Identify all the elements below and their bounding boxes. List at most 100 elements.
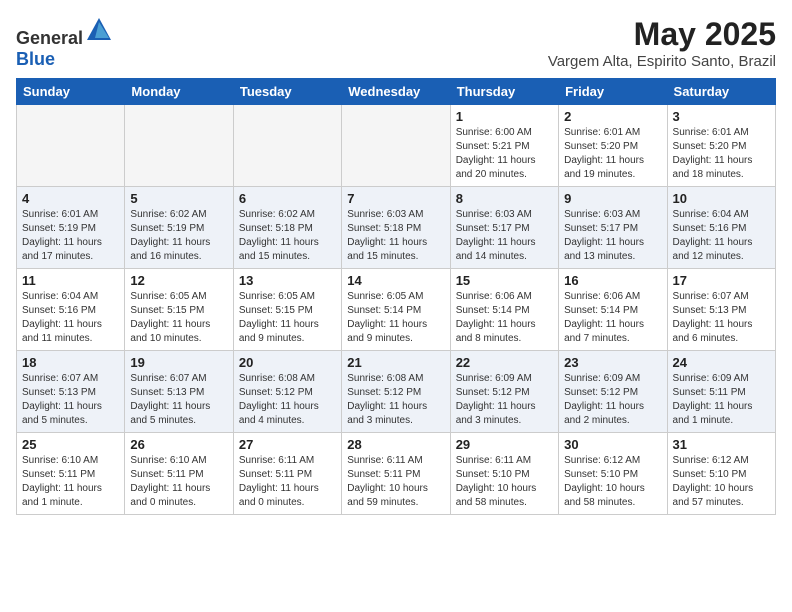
weekday-header: Saturday [667, 79, 775, 105]
calendar-cell: 8 Sunrise: 6:03 AM Sunset: 5:17 PM Daylig… [450, 187, 558, 269]
calendar-cell: 18Sunrise: 6:07 AM Sunset: 5:13 PM Dayli… [17, 351, 125, 433]
day-info: Sunrise: 6:09 AM Sunset: 5:12 PM Dayligh… [456, 372, 553, 428]
day-info: Sunrise: 6:08 AM Sunset: 5:12 PM Dayligh… [347, 372, 444, 428]
day-info: Sunrise: 6:02 AM Sunset: 5:18 PM Dayligh… [239, 208, 336, 264]
calendar-cell: 17Sunrise: 6:07 AM Sunset: 5:13 PM Dayli… [667, 269, 775, 351]
day-number: 11 [22, 273, 119, 288]
calendar-table: SundayMondayTuesdayWednesdayThursdayFrid… [16, 78, 776, 515]
calendar-cell: 23 Sunrise: 6:09 AM Sunset: 5:12 PM Dayli… [559, 351, 667, 433]
calendar-week-row: 11Sunrise: 6:04 AM Sunset: 5:16 PM Dayli… [17, 269, 776, 351]
day-number: 4 [22, 191, 119, 206]
calendar-cell: 25Sunrise: 6:10 AM Sunset: 5:11 PM Dayli… [17, 433, 125, 515]
day-number: 5 [130, 191, 227, 206]
calendar-week-row: 25Sunrise: 6:10 AM Sunset: 5:11 PM Dayli… [17, 433, 776, 515]
day-info: Sunrise: 6:07 AM Sunset: 5:13 PM Dayligh… [130, 372, 227, 428]
calendar-cell: 11Sunrise: 6:04 AM Sunset: 5:16 PM Dayli… [17, 269, 125, 351]
day-info: Sunrise: 6:07 AM Sunset: 5:13 PM Dayligh… [673, 290, 770, 346]
weekday-header: Thursday [450, 79, 558, 105]
day-number: 27 [239, 437, 336, 452]
day-info: Sunrise: 6:10 AM Sunset: 5:11 PM Dayligh… [22, 454, 119, 510]
calendar-cell: 7Sunrise: 6:03 AM Sunset: 5:18 PM Daylig… [342, 187, 450, 269]
logo-general: General [16, 28, 83, 48]
day-number: 14 [347, 273, 444, 288]
weekday-header: Monday [125, 79, 233, 105]
day-info: Sunrise: 6:05 AM Sunset: 5:14 PM Dayligh… [347, 290, 444, 346]
calendar-cell [17, 105, 125, 187]
weekday-header-row: SundayMondayTuesdayWednesdayThursdayFrid… [17, 79, 776, 105]
day-info: Sunrise: 6:08 AM Sunset: 5:12 PM Dayligh… [239, 372, 336, 428]
calendar-cell: 14 Sunrise: 6:05 AM Sunset: 5:14 PM Dayli… [342, 269, 450, 351]
day-number: 28 [347, 437, 444, 452]
month-title: May 2025 [548, 16, 776, 53]
day-info: Sunrise: 6:11 AM Sunset: 5:10 PM Dayligh… [456, 454, 553, 510]
calendar-week-row: 4Sunrise: 6:01 AM Sunset: 5:19 PM Daylig… [17, 187, 776, 269]
logo-text: General Blue [16, 16, 113, 70]
calendar-cell: 20 Sunrise: 6:08 AM Sunset: 5:12 PM Dayli… [233, 351, 341, 433]
day-info: Sunrise: 6:07 AM Sunset: 5:13 PM Dayligh… [22, 372, 119, 428]
day-info: Sunrise: 6:12 AM Sunset: 5:10 PM Dayligh… [673, 454, 770, 510]
calendar-week-row: 18Sunrise: 6:07 AM Sunset: 5:13 PM Dayli… [17, 351, 776, 433]
calendar-cell [125, 105, 233, 187]
day-info: Sunrise: 6:03 AM Sunset: 5:17 PM Dayligh… [564, 208, 661, 264]
calendar-cell: 2Sunrise: 6:01 AM Sunset: 5:20 PM Daylig… [559, 105, 667, 187]
day-info: Sunrise: 6:11 AM Sunset: 5:11 PM Dayligh… [239, 454, 336, 510]
title-block: May 2025 Vargem Alta, Espirito Santo, Br… [548, 16, 776, 70]
calendar-cell: 16Sunrise: 6:06 AM Sunset: 5:14 PM Dayli… [559, 269, 667, 351]
day-number: 29 [456, 437, 553, 452]
day-info: Sunrise: 6:12 AM Sunset: 5:10 PM Dayligh… [564, 454, 661, 510]
day-number: 9 [564, 191, 661, 206]
day-number: 12 [130, 273, 227, 288]
calendar-cell: 21 Sunrise: 6:08 AM Sunset: 5:12 PM Dayli… [342, 351, 450, 433]
weekday-header: Wednesday [342, 79, 450, 105]
logo: General Blue [16, 16, 113, 70]
day-number: 3 [673, 109, 770, 124]
calendar-cell: 19Sunrise: 6:07 AM Sunset: 5:13 PM Dayli… [125, 351, 233, 433]
day-number: 21 [347, 355, 444, 370]
day-number: 1 [456, 109, 553, 124]
day-number: 23 [564, 355, 661, 370]
calendar-cell: 26 Sunrise: 6:10 AM Sunset: 5:11 PM Dayli… [125, 433, 233, 515]
day-info: Sunrise: 6:06 AM Sunset: 5:14 PM Dayligh… [564, 290, 661, 346]
day-number: 30 [564, 437, 661, 452]
day-number: 13 [239, 273, 336, 288]
day-info: Sunrise: 6:09 AM Sunset: 5:12 PM Dayligh… [564, 372, 661, 428]
day-info: Sunrise: 6:01 AM Sunset: 5:20 PM Dayligh… [564, 126, 661, 182]
calendar-cell: 9 Sunrise: 6:03 AM Sunset: 5:17 PM Daylig… [559, 187, 667, 269]
day-info: Sunrise: 6:11 AM Sunset: 5:11 PM Dayligh… [347, 454, 444, 510]
calendar-cell: 29 Sunrise: 6:11 AM Sunset: 5:10 PM Dayli… [450, 433, 558, 515]
day-info: Sunrise: 6:00 AM Sunset: 5:21 PM Dayligh… [456, 126, 553, 182]
calendar-cell: 5 Sunrise: 6:02 AM Sunset: 5:19 PM Daylig… [125, 187, 233, 269]
calendar-cell: 27 Sunrise: 6:11 AM Sunset: 5:11 PM Dayli… [233, 433, 341, 515]
page-header: General Blue May 2025 Vargem Alta, Espir… [16, 16, 776, 70]
calendar-cell: 1 Sunrise: 6:00 AM Sunset: 5:21 PM Daylig… [450, 105, 558, 187]
day-number: 26 [130, 437, 227, 452]
weekday-header: Sunday [17, 79, 125, 105]
day-number: 22 [456, 355, 553, 370]
calendar-cell: 12 Sunrise: 6:05 AM Sunset: 5:15 PM Dayli… [125, 269, 233, 351]
calendar-cell: 4Sunrise: 6:01 AM Sunset: 5:19 PM Daylig… [17, 187, 125, 269]
calendar-cell: 10Sunrise: 6:04 AM Sunset: 5:16 PM Dayli… [667, 187, 775, 269]
day-info: Sunrise: 6:03 AM Sunset: 5:17 PM Dayligh… [456, 208, 553, 264]
day-number: 8 [456, 191, 553, 206]
day-number: 15 [456, 273, 553, 288]
day-info: Sunrise: 6:01 AM Sunset: 5:20 PM Dayligh… [673, 126, 770, 182]
logo-blue: Blue [16, 49, 55, 69]
weekday-header: Tuesday [233, 79, 341, 105]
day-number: 20 [239, 355, 336, 370]
calendar-cell: 28 Sunrise: 6:11 AM Sunset: 5:11 PM Dayli… [342, 433, 450, 515]
day-number: 24 [673, 355, 770, 370]
day-number: 31 [673, 437, 770, 452]
day-info: Sunrise: 6:05 AM Sunset: 5:15 PM Dayligh… [130, 290, 227, 346]
calendar-cell: 24 Sunrise: 6:09 AM Sunset: 5:11 PM Dayli… [667, 351, 775, 433]
day-info: Sunrise: 6:09 AM Sunset: 5:11 PM Dayligh… [673, 372, 770, 428]
day-number: 7 [347, 191, 444, 206]
calendar-cell: 15 Sunrise: 6:06 AM Sunset: 5:14 PM Dayli… [450, 269, 558, 351]
calendar-cell: 3 Sunrise: 6:01 AM Sunset: 5:20 PM Daylig… [667, 105, 775, 187]
day-info: Sunrise: 6:06 AM Sunset: 5:14 PM Dayligh… [456, 290, 553, 346]
calendar-cell: 31 Sunrise: 6:12 AM Sunset: 5:10 PM Dayli… [667, 433, 775, 515]
calendar-cell: 22 Sunrise: 6:09 AM Sunset: 5:12 PM Dayli… [450, 351, 558, 433]
calendar-cell [342, 105, 450, 187]
day-info: Sunrise: 6:10 AM Sunset: 5:11 PM Dayligh… [130, 454, 227, 510]
day-info: Sunrise: 6:02 AM Sunset: 5:19 PM Dayligh… [130, 208, 227, 264]
day-info: Sunrise: 6:05 AM Sunset: 5:15 PM Dayligh… [239, 290, 336, 346]
